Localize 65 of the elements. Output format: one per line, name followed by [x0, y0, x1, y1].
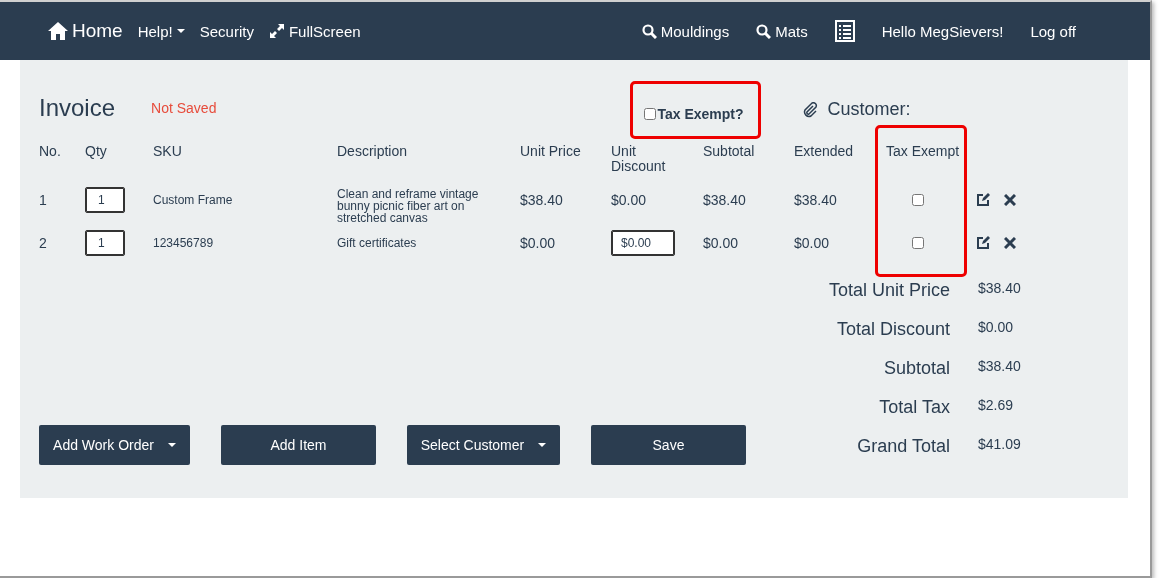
total-value: $38.40 — [978, 280, 1021, 296]
tax-exempt-label: Tax Exempt? — [657, 106, 744, 122]
search-icon — [756, 23, 772, 39]
nav-link[interactable]: Mats — [756, 22, 808, 40]
column-header: Extended — [794, 142, 855, 161]
home-icon — [48, 22, 68, 40]
row-number: 2 — [39, 234, 48, 253]
tax-exempt-checkbox[interactable] — [912, 237, 924, 249]
column-header: SKU — [153, 142, 183, 161]
total-value: $2.69 — [978, 397, 1014, 413]
extended: $0.00 — [794, 237, 830, 249]
column-header: Tax Exempt — [886, 142, 961, 161]
total-label: Total Unit Price — [827, 279, 950, 302]
column-header: Subtotal — [703, 142, 756, 161]
total-label: Total Discount — [835, 318, 950, 341]
action-button[interactable]: Add Item — [221, 425, 376, 465]
action-button[interactable]: Save — [591, 425, 746, 465]
discount-field[interactable]: $0.00 — [611, 230, 675, 256]
action-button[interactable]: Add Work Order — [39, 425, 190, 465]
qty-field[interactable]: 1 — [85, 230, 125, 256]
nav-link[interactable]: Home — [48, 20, 123, 42]
total-label: Subtotal — [882, 357, 950, 380]
nav-link[interactable]: Mouldings — [641, 22, 730, 40]
description-text: Gift certificates — [337, 237, 417, 249]
nav-link[interactable]: Log off — [1030, 22, 1076, 40]
extended: $38.40 — [794, 194, 837, 206]
nav-link[interactable]: FullScreen — [268, 22, 361, 40]
help-menu[interactable]: Help! — [137, 22, 185, 40]
subtotal: $38.40 — [703, 194, 746, 206]
list-icon[interactable] — [834, 20, 855, 42]
expand-icon — [268, 23, 285, 39]
column-header: No. — [39, 142, 62, 161]
subtotal: $0.00 — [703, 237, 739, 249]
edit-icon[interactable] — [976, 193, 990, 207]
customer-label: Customer: — [827, 98, 911, 120]
sku-text: Custom Frame — [153, 194, 233, 206]
column-header: Qty — [85, 142, 108, 161]
column-header: Unit Discount — [611, 142, 667, 174]
nav-link[interactable]: Security — [199, 22, 254, 40]
qty-field[interactable]: 1 — [85, 187, 125, 213]
search-icon — [641, 23, 657, 39]
delete-icon[interactable] — [1004, 194, 1016, 206]
nav-link[interactable]: Hello MegSievers! — [881, 22, 1004, 40]
total-value: $0.00 — [978, 319, 1014, 335]
total-value: $38.40 — [978, 358, 1021, 374]
column-header: Description — [337, 142, 409, 161]
total-value: $41.09 — [978, 436, 1021, 452]
tax-exempt-checkbox[interactable] — [912, 194, 924, 206]
save-status: Not Saved — [151, 100, 217, 116]
column-header: Unit Price — [520, 142, 582, 161]
total-label: Total Tax — [878, 396, 950, 419]
delete-icon[interactable] — [1004, 237, 1016, 249]
tax-exempt-checkbox[interactable] — [644, 108, 657, 120]
edit-icon[interactable] — [976, 236, 990, 250]
invoice-title: Invoice — [39, 94, 116, 122]
unit-discount: $0.00 — [611, 194, 647, 206]
total-label: Grand Total — [856, 435, 950, 458]
row-number: 1 — [39, 191, 48, 210]
action-button[interactable]: Select Customer — [407, 425, 560, 465]
caret-icon — [176, 29, 185, 33]
unit-price: $0.00 — [520, 237, 556, 249]
unit-price: $38.40 — [520, 194, 563, 206]
sku-text: 123456789 — [153, 237, 214, 249]
paperclip-icon[interactable] — [801, 102, 818, 118]
description-text: Clean and reframe vintage bunny picnic fiber art on stretched canvas — [337, 188, 480, 224]
